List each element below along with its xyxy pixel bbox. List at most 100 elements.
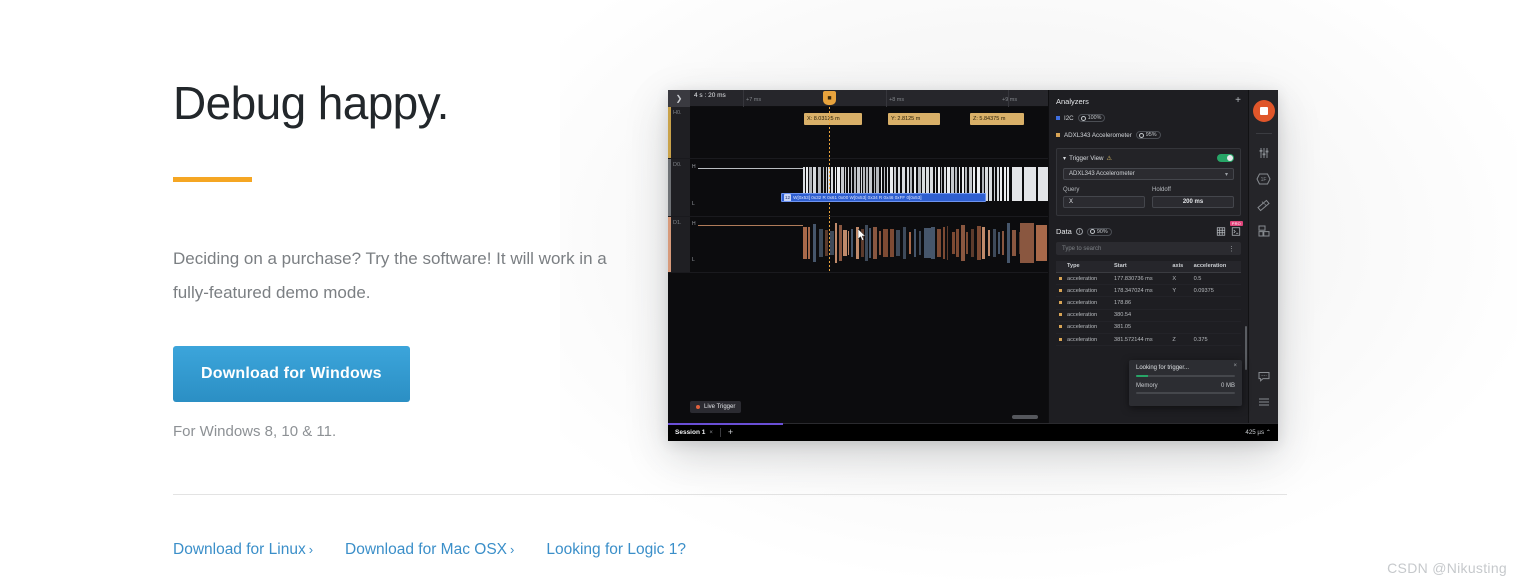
progress-ring-icon xyxy=(1080,115,1086,121)
sliders-icon[interactable] xyxy=(1253,140,1275,166)
session-tab[interactable]: Session 1 × xyxy=(675,429,713,436)
holdoff-input[interactable]: 200 ms xyxy=(1152,196,1234,208)
i2c-analyzer-bar[interactable]: 12 W[0x53] 0x32 R 0x61 0x00 W[0x53] 0x34 … xyxy=(781,193,986,202)
download-macosx-link[interactable]: Download for Mac OSX › xyxy=(345,541,514,559)
looking-for-logic1-link[interactable]: Looking for Logic 1? xyxy=(546,541,686,559)
table-row[interactable]: acceleration 381.05 xyxy=(1056,321,1241,334)
ruler-icon[interactable] xyxy=(1253,192,1275,218)
trigger-line xyxy=(829,159,830,216)
table-col-start[interactable]: Start xyxy=(1111,261,1170,273)
table-col-axis[interactable]: axis xyxy=(1169,261,1191,273)
warning-icon: ⚠ xyxy=(1106,154,1113,162)
watermark: CSDN @Nikusting xyxy=(1387,560,1507,576)
trigger-progress-bar xyxy=(1136,375,1235,377)
hero-section: Debug happy. Deciding on a purchase? Try… xyxy=(173,77,633,440)
value-chip-x[interactable]: X: 8.03125 m xyxy=(804,113,862,125)
value-chip-y[interactable]: Y: 2.8125 m xyxy=(888,113,940,125)
side-panel: Analyzers + I2C 100% ADXL343 Acceleromet… xyxy=(1048,90,1248,423)
data-title: Data xyxy=(1056,227,1072,236)
chevron-down-icon[interactable]: ▾ xyxy=(1063,155,1066,162)
lane-d0[interactable]: D0. H L xyxy=(668,159,1048,217)
plus-icon[interactable]: + xyxy=(1235,96,1241,106)
session-divider xyxy=(719,428,721,437)
table-cell-axis: Z xyxy=(1169,333,1191,347)
side-panel-scrollbar[interactable] xyxy=(1245,326,1247,370)
capture-area: ❯ 4 s : 20 ms +7 ms +8 ms +9 ms ■ H0. X:… xyxy=(668,90,1048,423)
ruler-tick-3: +9 ms xyxy=(1002,97,1018,103)
lane-h0-plot[interactable]: X: 8.03125 m Y: 2.8125 m Z: 5.84375 m xyxy=(690,107,1048,158)
download-for-windows-button[interactable]: Download for Windows xyxy=(173,345,410,402)
analyzer-i2c-percent: 100% xyxy=(1077,114,1106,122)
table-cell-type: acceleration xyxy=(1064,309,1112,322)
trigger-view-card: ▾ Trigger View ⚠ ADXL343 Accelerometer ▾… xyxy=(1056,148,1241,216)
table-col-acceleration[interactable]: acceleration xyxy=(1190,261,1241,273)
analyzer-adxl343-label: ADXL343 Accelerometer xyxy=(1064,131,1132,139)
table-row[interactable]: acceleration 177.830736 ms X 0.5 xyxy=(1056,272,1241,286)
ruler-tick-2: +8 ms xyxy=(889,97,905,103)
analyzer-item-i2c[interactable]: I2C 100% xyxy=(1056,114,1241,122)
terminal-icon[interactable] xyxy=(1231,227,1241,236)
trigger-source-select[interactable]: ADXL343 Accelerometer ▾ xyxy=(1063,168,1234,180)
landing-page: Debug happy. Deciding on a purchase? Try… xyxy=(0,0,1517,586)
download-linux-link[interactable]: Download for Linux › xyxy=(173,541,313,559)
i2c-bar-text: W[0x53] 0x32 R 0x61 0x00 W[0x53] 0x34 R … xyxy=(793,195,922,200)
app-screenshot: ❯ 4 s : 20 ms +7 ms +8 ms +9 ms ■ H0. X:… xyxy=(668,90,1278,441)
close-icon[interactable]: × xyxy=(709,430,713,436)
chat-bubble-icon[interactable] xyxy=(1253,363,1275,389)
memory-value: 0 MB xyxy=(1220,383,1235,389)
lane-d1-plot[interactable]: H L xyxy=(690,217,1048,272)
chevron-up-icon: ⌃ xyxy=(1265,429,1271,436)
stop-record-icon[interactable] xyxy=(1252,100,1275,122)
chevron-right-icon: › xyxy=(308,542,314,557)
trigger-view-toggle[interactable] xyxy=(1217,154,1234,162)
trigger-marker-icon[interactable]: ■ xyxy=(823,91,836,105)
table-cell-type: acceleration xyxy=(1064,272,1112,286)
trigger-line xyxy=(829,217,830,272)
more-options-icon[interactable]: ⋮ xyxy=(1228,245,1235,253)
table-cell-type: acceleration xyxy=(1064,333,1112,347)
chevron-right-icon[interactable]: ❯ xyxy=(668,90,690,107)
analyzer-color-swatch xyxy=(1056,133,1060,137)
frame-1f-icon[interactable]: 1F xyxy=(1253,166,1275,192)
table-cell-type: acceleration xyxy=(1064,284,1112,298)
value-chip-z[interactable]: Z: 5.84375 m xyxy=(970,113,1024,125)
session-tab-label: Session 1 xyxy=(675,429,706,436)
analyzer-color-swatch xyxy=(1056,116,1060,120)
table-row[interactable]: acceleration 380.54 xyxy=(1056,309,1241,322)
trigger-view-header[interactable]: ▾ Trigger View ⚠ xyxy=(1063,154,1234,162)
blocks-layout-icon[interactable] xyxy=(1253,218,1275,244)
lane-d0-plot[interactable]: H L xyxy=(690,159,1048,216)
looking-for-logic1-label: Looking for Logic 1? xyxy=(546,541,686,558)
sample-rate-status[interactable]: 425 µs ⌃ xyxy=(1245,429,1271,436)
lane-d1[interactable]: D1. H L xyxy=(668,217,1048,273)
grid-icon[interactable] xyxy=(1216,227,1226,236)
holdoff-field-group: Holdoff 200 ms xyxy=(1152,187,1234,208)
trigger-fields: Query X Holdoff 200 ms xyxy=(1063,187,1234,208)
close-icon[interactable]: × xyxy=(1233,363,1237,369)
search-input[interactable]: Type to search ⋮ xyxy=(1056,242,1241,255)
table-col-type[interactable]: Type xyxy=(1064,261,1112,273)
toast-title: Looking for trigger... xyxy=(1136,365,1190,371)
chevron-right-icon: › xyxy=(510,542,515,557)
analyzer-adxl343-percent: 95% xyxy=(1135,131,1161,139)
plus-icon[interactable]: + xyxy=(728,428,733,437)
live-trigger-badge[interactable]: Live Trigger xyxy=(690,401,742,413)
analyzer-item-adxl343[interactable]: ADXL343 Accelerometer 95% xyxy=(1056,131,1241,139)
progress-ring-icon xyxy=(1138,132,1144,138)
query-value: X xyxy=(1069,199,1074,205)
search-placeholder: Type to search xyxy=(1062,245,1102,252)
lane-h0[interactable]: H0. X: 8.03125 m Y: 2.8125 m Z: 5.84375 … xyxy=(668,107,1048,159)
table-row[interactable]: acceleration 381.572144 ms Z 0.375 xyxy=(1056,333,1241,347)
table-col-marker xyxy=(1056,261,1064,273)
data-header-icons: PRO xyxy=(1216,221,1243,236)
query-input[interactable]: X xyxy=(1063,196,1145,208)
horizontal-scrollbar[interactable] xyxy=(1012,415,1038,419)
analog-waveform-d1 xyxy=(690,223,1048,263)
chevron-down-icon: ▾ xyxy=(1224,171,1228,178)
timeline-ruler[interactable]: ❯ 4 s : 20 ms +7 ms +8 ms +9 ms ■ xyxy=(668,90,1048,107)
info-icon[interactable]: i xyxy=(1075,228,1083,235)
table-row[interactable]: acceleration 178.86 xyxy=(1056,296,1241,310)
table-row[interactable]: acceleration 178.347024 ms Y 0.09375 xyxy=(1056,284,1241,298)
hamburger-menu-icon[interactable] xyxy=(1253,389,1275,415)
analyzers-header: Analyzers + xyxy=(1056,96,1241,106)
